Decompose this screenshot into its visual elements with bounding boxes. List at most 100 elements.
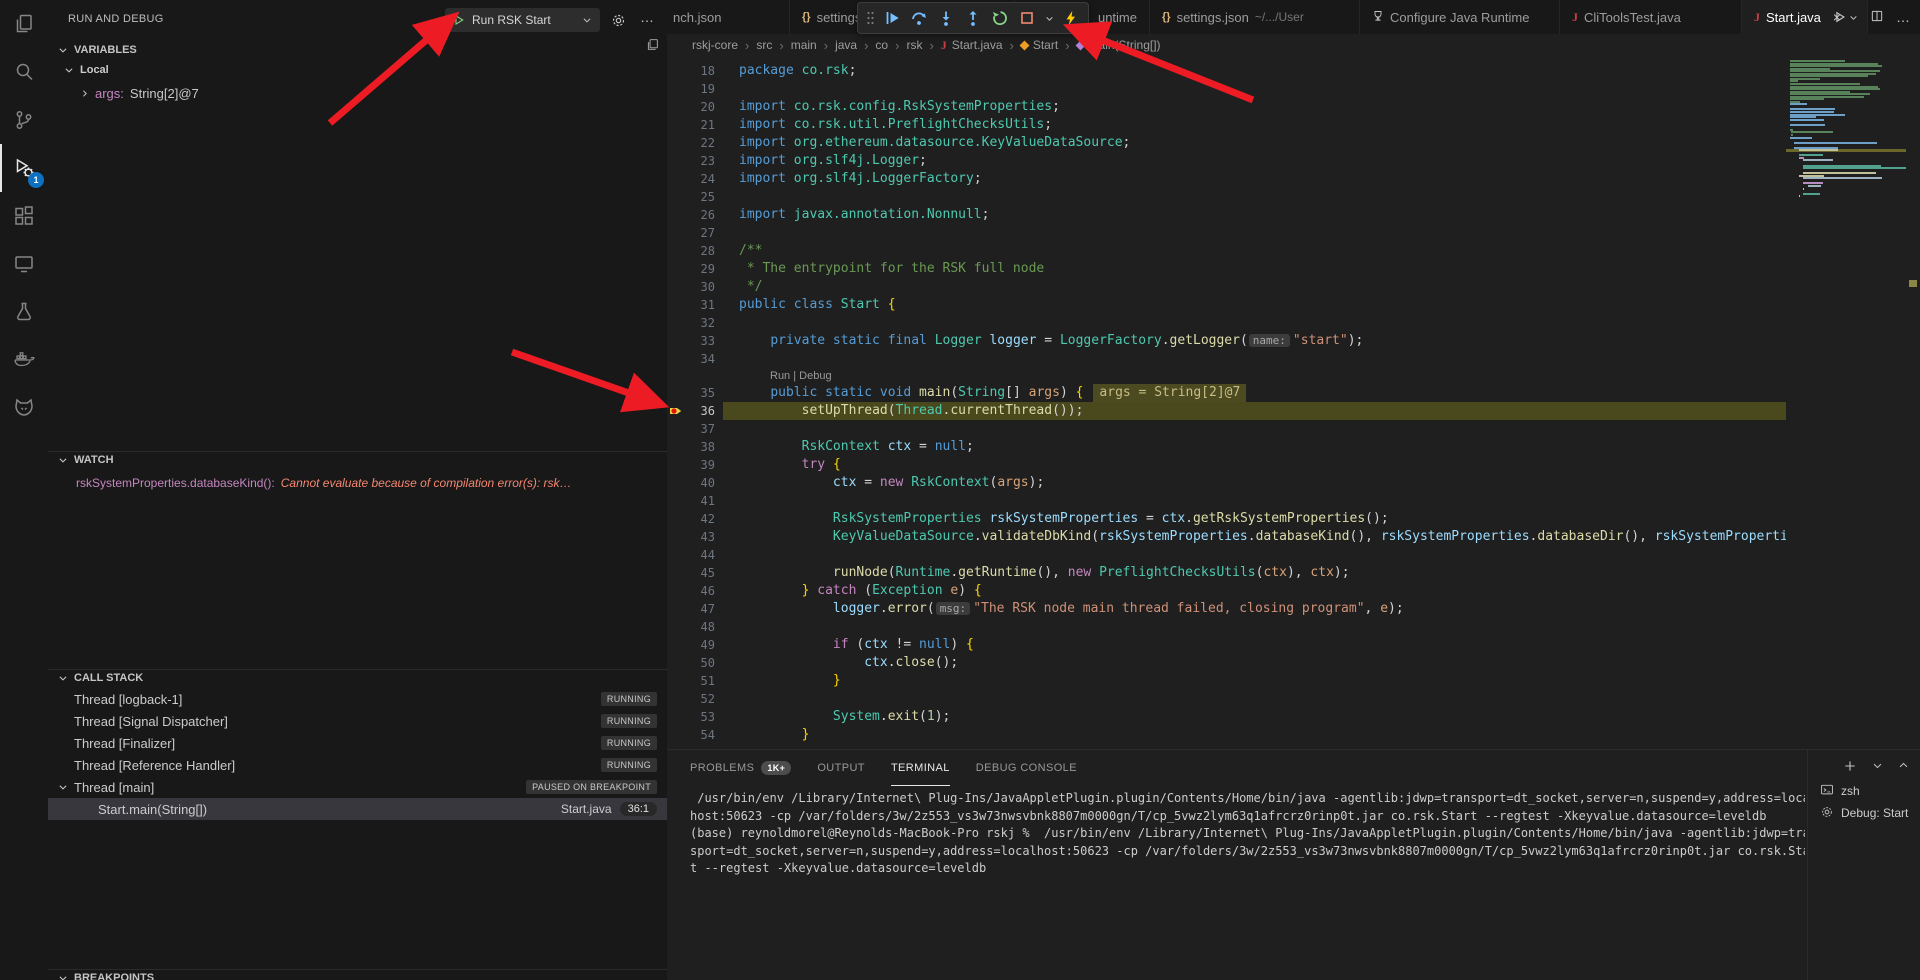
- line-number[interactable]: 44: [667, 546, 715, 564]
- breadcrumb-item[interactable]: Start: [1021, 38, 1058, 52]
- stop-dropdown-icon[interactable]: [1043, 7, 1055, 29]
- line-number[interactable]: 53: [667, 708, 715, 726]
- panel-tab-terminal[interactable]: TERMINAL: [891, 751, 950, 786]
- code-text[interactable]: [715, 350, 1786, 368]
- watch-section-header[interactable]: WATCH: [58, 454, 114, 466]
- code-text[interactable]: import org.slf4j.Logger;: [715, 152, 1786, 170]
- line-number[interactable]: 46: [667, 582, 715, 600]
- code-text[interactable]: public static void main(String[] args) {…: [715, 384, 1786, 402]
- code-text[interactable]: try {: [715, 456, 1786, 474]
- line-number[interactable]: 30: [667, 278, 715, 296]
- breadcrumb-item[interactable]: co: [875, 38, 888, 52]
- code-text[interactable]: System.exit(1);: [715, 708, 1786, 726]
- code-text[interactable]: package co.rsk;: [715, 62, 1786, 80]
- code-text[interactable]: import org.slf4j.LoggerFactory;: [715, 170, 1786, 188]
- line-number[interactable]: 29: [667, 260, 715, 278]
- line-number[interactable]: 43: [667, 528, 715, 546]
- terminal-session-zsh[interactable]: zsh: [1808, 780, 1920, 802]
- testing-icon[interactable]: [0, 288, 48, 336]
- line-number[interactable]: 49: [667, 636, 715, 654]
- code-text[interactable]: RskSystemProperties rskSystemProperties …: [715, 510, 1786, 528]
- stop-icon[interactable]: [1016, 7, 1038, 29]
- terminal-session-debug-start[interactable]: Debug: Start: [1808, 802, 1920, 824]
- code-text[interactable]: [715, 492, 1786, 510]
- overview-ruler[interactable]: [1906, 56, 1920, 750]
- line-number[interactable]: 40: [667, 474, 715, 492]
- breadcrumb-item[interactable]: src: [756, 38, 772, 52]
- code-text[interactable]: import co.rsk.util.PreflightChecksUtils;: [715, 116, 1786, 134]
- line-number[interactable]: 51: [667, 672, 715, 690]
- line-number[interactable]: 38: [667, 438, 715, 456]
- breadcrumb-item[interactable]: main(String[]): [1077, 38, 1161, 52]
- code-text[interactable]: ctx.close();: [715, 654, 1786, 672]
- code-text[interactable]: } catch (Exception e) {: [715, 582, 1786, 600]
- line-number[interactable]: 31: [667, 296, 715, 314]
- call-stack-section-header[interactable]: CALL STACK: [58, 672, 143, 684]
- current-instruction-pointer-icon[interactable]: [669, 403, 685, 425]
- continue-icon[interactable]: [881, 7, 903, 29]
- breadcrumb-item[interactable]: rsk: [906, 38, 922, 52]
- variables-section-header[interactable]: VARIABLES: [58, 44, 137, 56]
- explorer-icon[interactable]: [0, 0, 48, 48]
- breadcrumb-item[interactable]: java: [835, 38, 857, 52]
- code-text[interactable]: setUpThread(Thread.currentThread());: [715, 402, 1786, 420]
- code-text[interactable]: import javax.annotation.Nonnull;: [715, 206, 1786, 224]
- run-and-debug-icon[interactable]: 1: [0, 144, 48, 192]
- code-text[interactable]: ctx = new RskContext(args);: [715, 474, 1786, 492]
- line-number[interactable]: 26: [667, 206, 715, 224]
- more-actions-icon[interactable]: …: [1896, 9, 1910, 25]
- restart-icon[interactable]: [989, 7, 1011, 29]
- launch-config-dropdown[interactable]: Run RSK Start: [445, 8, 600, 32]
- code-text[interactable]: [715, 188, 1786, 206]
- code-text[interactable]: runNode(Runtime.getRuntime(), new Prefli…: [715, 564, 1786, 582]
- code-text[interactable]: */: [715, 278, 1786, 296]
- code-text[interactable]: [715, 546, 1786, 564]
- code-text[interactable]: [715, 80, 1786, 98]
- breakpoints-section-header[interactable]: BREAKPOINTS: [58, 972, 154, 980]
- code-text[interactable]: }: [715, 726, 1786, 744]
- step-over-icon[interactable]: [908, 7, 930, 29]
- call-stack-frame[interactable]: Start.main(String[])Start.java36:1: [48, 798, 667, 820]
- panel-tab-debug-console[interactable]: DEBUG CONSOLE: [976, 751, 1077, 786]
- search-icon[interactable]: [0, 48, 48, 96]
- more-actions-icon[interactable]: …: [640, 9, 654, 25]
- extensions-icon[interactable]: [0, 192, 48, 240]
- line-number[interactable]: 33: [667, 332, 715, 350]
- line-number[interactable]: 35: [667, 384, 715, 402]
- tab-settings-json[interactable]: {}settings.json~/.../User: [1150, 0, 1360, 34]
- toolbar-grip[interactable]: [864, 7, 876, 29]
- code-text[interactable]: [715, 314, 1786, 332]
- code-text[interactable]: logger.error(msg:"The RSK node main thre…: [715, 600, 1786, 618]
- tab-clitoolstest-java[interactable]: JCliToolsTest.java: [1560, 0, 1742, 34]
- code-text[interactable]: if (ctx != null) {: [715, 636, 1786, 654]
- line-number[interactable]: 22: [667, 134, 715, 152]
- line-number[interactable]: 27: [667, 224, 715, 242]
- docker-icon[interactable]: [0, 336, 48, 384]
- line-number[interactable]: 47: [667, 600, 715, 618]
- gear-icon[interactable]: [611, 13, 626, 28]
- code-text[interactable]: [715, 224, 1786, 242]
- breadcrumb-item[interactable]: rskj-core: [692, 38, 738, 52]
- code-text[interactable]: [715, 618, 1786, 636]
- tab-configure-java-runtime[interactable]: Configure Java Runtime: [1360, 0, 1560, 34]
- line-number[interactable]: 34: [667, 350, 715, 368]
- code-text[interactable]: public class Start {: [715, 296, 1786, 314]
- line-number[interactable]: 39: [667, 456, 715, 474]
- line-number[interactable]: 23: [667, 152, 715, 170]
- line-number[interactable]: 25: [667, 188, 715, 206]
- code-text[interactable]: [715, 690, 1786, 708]
- tab-nch-json[interactable]: nch.json: [667, 0, 790, 34]
- code-text[interactable]: * The entrypoint for the RSK full node: [715, 260, 1786, 278]
- split-editor-icon[interactable]: [1870, 9, 1884, 26]
- source-control-icon[interactable]: [0, 96, 48, 144]
- code-text[interactable]: import org.ethereum.datasource.KeyValueD…: [715, 134, 1786, 152]
- line-number[interactable]: 50: [667, 654, 715, 672]
- line-number[interactable]: 45: [667, 564, 715, 582]
- fox-extension-icon[interactable]: [0, 384, 48, 432]
- step-into-icon[interactable]: [935, 7, 957, 29]
- code-text[interactable]: }: [715, 672, 1786, 690]
- terminal-output[interactable]: /usr/bin/env /Library/Internet\ Plug-Ins…: [690, 790, 1805, 878]
- copy-icon[interactable]: [646, 38, 659, 54]
- line-number[interactable]: 24: [667, 170, 715, 188]
- call-stack-thread[interactable]: Thread [main]PAUSED ON BREAKPOINT: [48, 776, 667, 798]
